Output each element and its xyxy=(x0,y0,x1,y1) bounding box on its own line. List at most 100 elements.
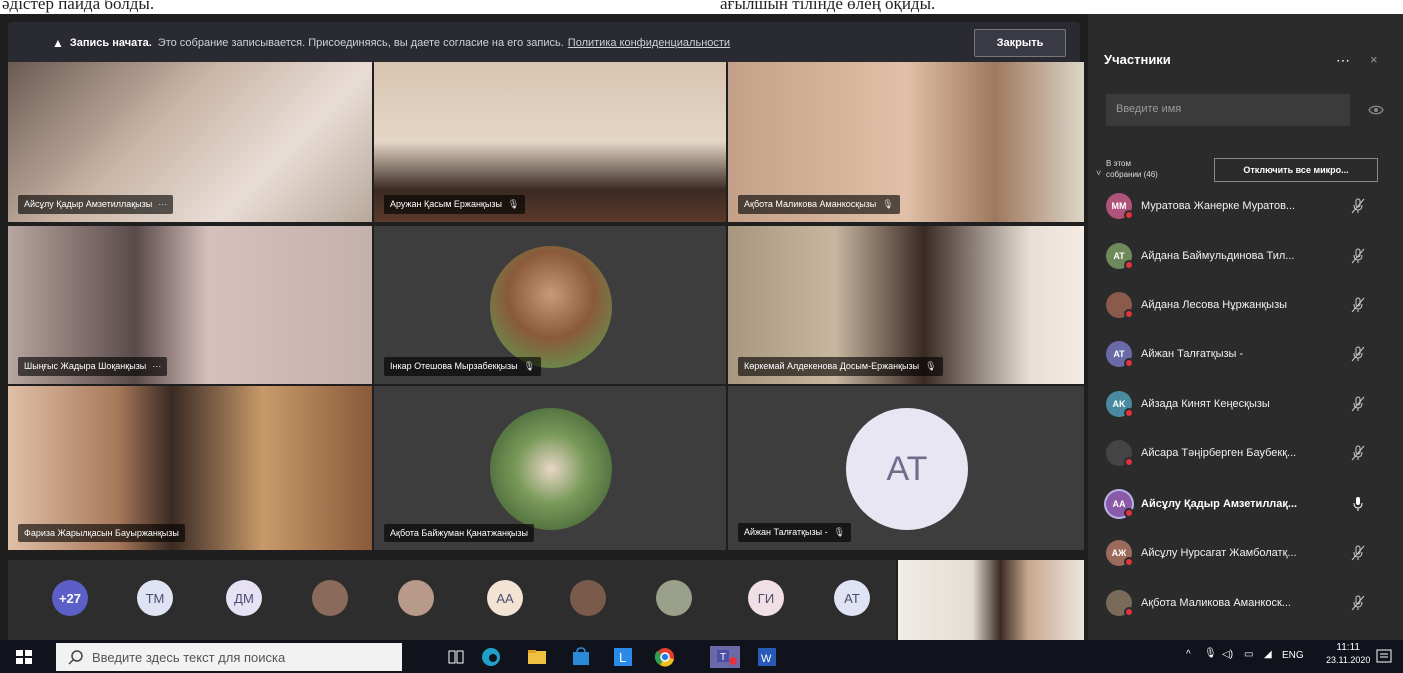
chevron-down-icon[interactable]: ˅ xyxy=(1096,168,1101,178)
participant-name: Айзада Кинят Кеңесқызы xyxy=(1141,398,1270,410)
task-view-icon[interactable] xyxy=(446,646,466,668)
participant-row[interactable]: AЖ Айсұлу Нурсагат Жамболатқ... xyxy=(1106,539,1376,567)
clock[interactable]: 11:11 23.11.2020 xyxy=(1326,642,1370,666)
video-tile[interactable]: Інкар Отешова Мырзабекқызы 🎙 xyxy=(374,226,726,384)
video-tile[interactable]: AT Айжан Талғатқызы - 🎙 xyxy=(728,386,1084,550)
panel-title: Участники xyxy=(1104,52,1171,67)
banner-close-button[interactable]: Закрыть xyxy=(974,29,1066,57)
participant-name-label: Айсұлу Қадыр Амзетиллақызы ⋯ xyxy=(18,195,174,214)
participant-photo-avatar xyxy=(490,408,612,530)
windows-start-icon[interactable] xyxy=(14,646,34,668)
privacy-policy-link[interactable]: Политика конфиденциальности xyxy=(568,37,730,49)
participant-row[interactable]: Айсара Тәңірберген Баубекқ... xyxy=(1106,439,1376,467)
presence-dot xyxy=(1124,508,1134,518)
participant-photo-avatar xyxy=(490,246,612,368)
mic-off-icon xyxy=(1351,248,1365,264)
close-icon[interactable]: × xyxy=(1370,52,1378,67)
participants-panel: Участники ⋯ × Введите имя ˅ В этом собра… xyxy=(1088,14,1403,640)
taskbar-search-input[interactable]: Введите здесь текст для поиска xyxy=(56,643,402,671)
participant-row[interactable]: AK Айзада Кинят Кеңесқызы xyxy=(1106,390,1376,418)
overflow-participants-avatar[interactable]: +27 xyxy=(52,580,88,616)
participant-row[interactable]: AT Айдана Баймульдинова Тил... xyxy=(1106,242,1376,270)
participant-name-label: Аружан Қасым Ержанқызы 🎙 xyxy=(384,195,526,214)
mic-off-icon xyxy=(1351,445,1365,461)
presence-dot xyxy=(1124,309,1134,319)
participant-name: Көркемай Алдекенова Досым-Ержанқызы xyxy=(744,361,920,371)
language-indicator[interactable]: ENG xyxy=(1282,650,1304,661)
participant-search-input[interactable]: Введите имя xyxy=(1106,94,1350,126)
self-video-preview[interactable] xyxy=(898,560,1084,640)
avatar: AA xyxy=(1106,491,1134,518)
mic-icon: 🎙 xyxy=(882,199,894,209)
recording-banner: ▲ Запись начата. Это собрание записывает… xyxy=(8,22,1080,64)
teams-icon[interactable]: T xyxy=(710,646,740,668)
document-text-right: ағылшын тілінде өлең оқиды. xyxy=(720,0,936,13)
mic-off-icon xyxy=(1351,396,1365,412)
video-tile[interactable]: Шыңғыс Жадыра Шоқанқызы ⋯ xyxy=(8,226,372,384)
search-icon xyxy=(68,650,83,665)
volume-icon[interactable]: ◁) xyxy=(1222,649,1233,660)
participant-initials-avatar: AT xyxy=(846,408,968,530)
eye-icon[interactable] xyxy=(1368,102,1384,118)
participant-name: Айсара Тәңірберген Баубекқ... xyxy=(1141,447,1297,459)
presence-dot xyxy=(1124,408,1134,418)
video-tile[interactable]: Ақбота Байжуман Қанатжанқызы xyxy=(374,386,726,550)
avatar-initials: AK xyxy=(1112,399,1126,409)
participant-photo-avatar[interactable] xyxy=(398,580,434,616)
mic-off-icon xyxy=(1351,595,1365,611)
battery-icon[interactable]: ▭ xyxy=(1244,649,1253,660)
mic-icon[interactable]: 🎙 xyxy=(1204,648,1217,659)
warning-icon: ▲ xyxy=(52,36,64,50)
notifications-icon[interactable] xyxy=(1374,646,1394,668)
participant-name-label: Інкар Отешова Мырзабекқызы 🎙 xyxy=(384,357,541,376)
store-icon[interactable] xyxy=(570,646,592,668)
presence-dot xyxy=(1124,210,1134,220)
mic-icon xyxy=(1353,497,1363,511)
word-icon[interactable]: W xyxy=(756,646,778,668)
app-l-icon[interactable]: L xyxy=(612,646,634,668)
participant-name-label: Айжан Талғатқызы - 🎙 xyxy=(738,523,852,542)
participant-name: Айжан Талғатқызы - xyxy=(1141,348,1244,360)
participant-name: Айсұлу Қадыр Амзетиллақызы xyxy=(24,199,153,209)
video-tile[interactable]: Фариза Жарылқасын Бауыржанқызы xyxy=(8,386,372,550)
participant-photo-avatar[interactable] xyxy=(570,580,606,616)
participant-name: Інкар Отешова Мырзабекқызы xyxy=(390,361,518,371)
participant-name: Айсұлу Қадыр Амзетиллақ... xyxy=(1141,498,1298,510)
participant-avatar[interactable]: ДМ xyxy=(226,580,262,616)
avatar: AT xyxy=(1106,341,1134,368)
video-tile[interactable]: Ақбота Маликова Аманкосқызы 🎙 xyxy=(728,62,1084,222)
avatar: AK xyxy=(1106,391,1134,418)
participant-avatar[interactable]: AT xyxy=(834,580,870,616)
participant-row[interactable]: AA Айсұлу Қадыр Амзетиллақ... xyxy=(1106,490,1376,518)
participant-avatar[interactable]: AA xyxy=(487,580,523,616)
participant-avatar[interactable]: ГИ xyxy=(748,580,784,616)
more-options-icon[interactable]: ⋯ xyxy=(1336,52,1351,69)
participant-name-label: Шыңғыс Жадыра Шоқанқызы ⋯ xyxy=(18,357,168,376)
avatar xyxy=(1106,590,1134,617)
participant-avatar[interactable]: TM xyxy=(137,580,173,616)
participant-photo-avatar[interactable] xyxy=(656,580,692,616)
network-icon[interactable]: ◢ xyxy=(1264,649,1272,660)
mute-all-button[interactable]: Отключить все микро... xyxy=(1214,158,1378,182)
mic-off-icon xyxy=(1351,198,1365,214)
video-tile[interactable]: Көркемай Алдекенова Досым-Ержанқызы 🎙 xyxy=(728,226,1084,384)
participant-row[interactable]: MM Муратова Жанерке Муратов... xyxy=(1106,192,1376,220)
participant-row[interactable]: Ақбота Маликова Аманкоск... xyxy=(1106,589,1376,617)
clock-date: 23.11.2020 xyxy=(1326,655,1371,665)
edge-browser-icon[interactable] xyxy=(480,646,502,668)
show-hidden-icons-icon[interactable]: ^ xyxy=(1186,649,1191,660)
svg-text:L: L xyxy=(619,650,626,665)
file-explorer-icon[interactable] xyxy=(526,646,548,668)
participant-name: Айдана Баймульдинова Тил... xyxy=(1141,250,1295,262)
video-tile[interactable]: Айсұлу Қадыр Амзетиллақызы ⋯ xyxy=(8,62,372,222)
video-tile[interactable]: Аружан Қасым Ержанқызы 🎙 xyxy=(374,62,726,222)
more-options-icon[interactable]: ⋯ xyxy=(152,361,161,371)
mic-icon: 🎙 xyxy=(523,361,535,371)
windows-taskbar: Введите здесь текст для поиска L T W ^ 🎙… xyxy=(0,640,1403,673)
participant-photo-avatar[interactable] xyxy=(312,580,348,616)
chrome-icon[interactable] xyxy=(654,646,676,668)
participant-row[interactable]: AT Айжан Талғатқызы - xyxy=(1106,340,1376,368)
participant-row[interactable]: Айдана Лесова Нұржанқызы xyxy=(1106,291,1376,319)
more-options-icon[interactable]: ⋯ xyxy=(158,199,167,209)
clock-time: 11:11 xyxy=(1336,642,1360,653)
